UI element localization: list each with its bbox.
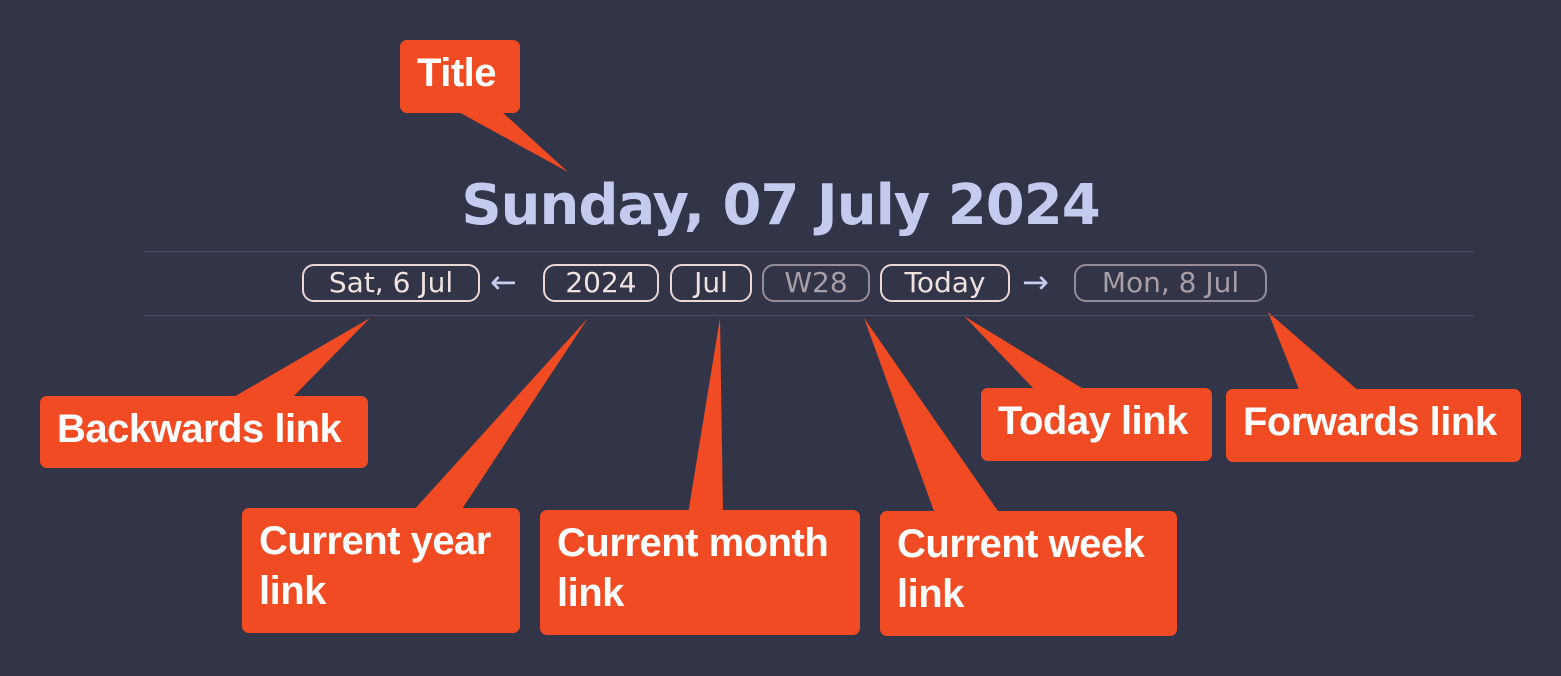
page-title: Sunday, 07 July 2024 — [461, 173, 1100, 238]
month-callout-pointer — [688, 318, 723, 514]
forward-arrow-icon: → — [1022, 263, 1049, 301]
current-month-callout: Current month link — [540, 510, 860, 635]
backwards-link-callout: Backwards link — [40, 396, 368, 468]
nav-top-divider — [144, 251, 1474, 252]
current-year-callout: Current year link — [242, 508, 520, 633]
nav-bottom-divider — [144, 315, 1474, 316]
today-link[interactable]: Today — [880, 264, 1010, 302]
forwards-link-callout: Forwards link — [1226, 389, 1521, 462]
current-year-link[interactable]: 2024 — [543, 264, 659, 302]
current-week-callout: Current week link — [880, 511, 1177, 636]
title-callout-pointer — [455, 110, 568, 172]
week-callout-pointer — [864, 318, 1000, 514]
back-arrow-icon: ← — [490, 263, 517, 301]
backwards-link[interactable]: Sat, 6 Jul — [302, 264, 480, 302]
today-link-callout: Today link — [981, 388, 1212, 461]
title-callout: Title — [400, 40, 520, 113]
backwards-callout-pointer — [232, 318, 370, 398]
year-callout-pointer — [412, 318, 588, 512]
forwards-callout-pointer — [1268, 312, 1360, 392]
current-week-link[interactable]: W28 — [762, 264, 870, 302]
current-month-link[interactable]: Jul — [670, 264, 752, 302]
forwards-link[interactable]: Mon, 8 Jul — [1074, 264, 1267, 302]
today-callout-pointer — [964, 316, 1085, 390]
